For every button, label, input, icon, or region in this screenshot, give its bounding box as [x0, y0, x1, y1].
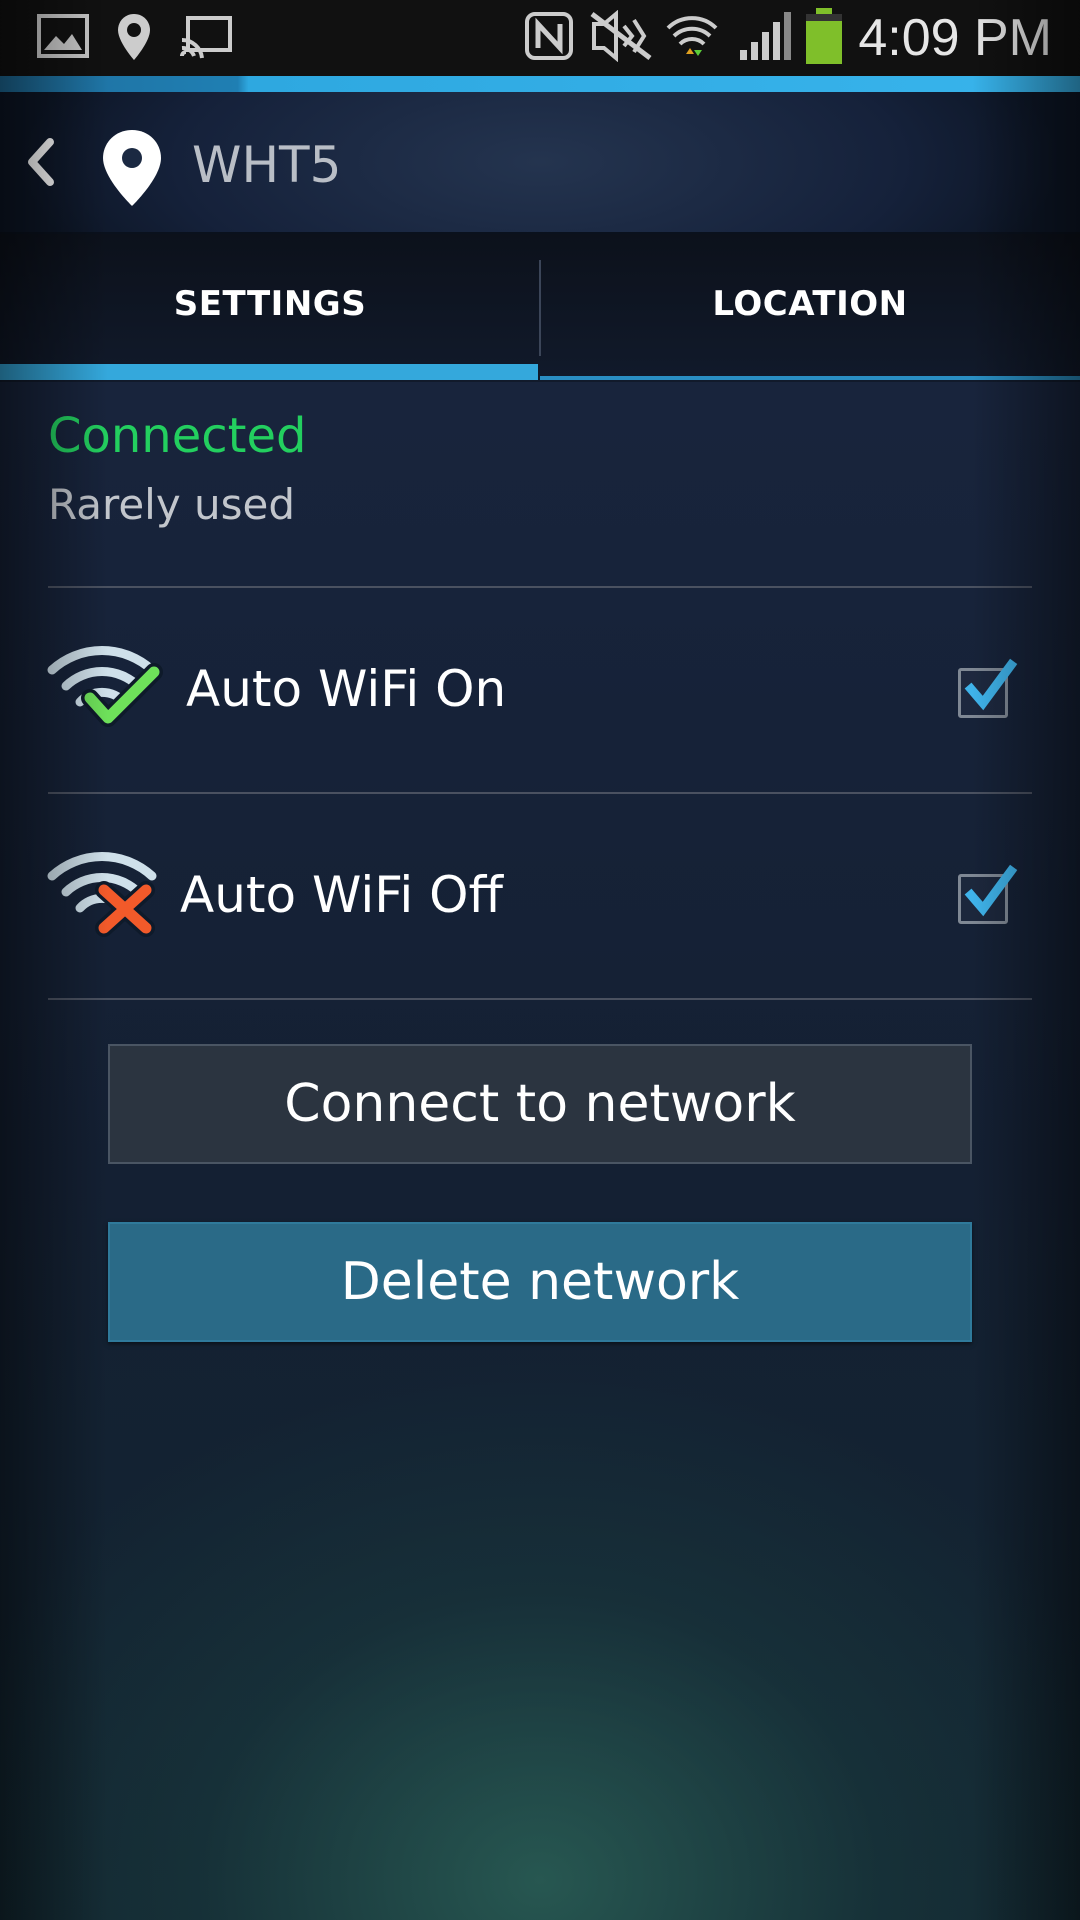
- wifi-x-icon: [46, 850, 164, 944]
- back-chevron-icon[interactable]: [22, 134, 58, 194]
- tab-underline: [540, 376, 1080, 380]
- tab-selected-indicator: [0, 364, 538, 380]
- app-screen: 4:09 PM WHT5 SETTINGS LOCATION Connected…: [0, 0, 1080, 1920]
- connect-network-button[interactable]: Connect to network: [108, 1044, 972, 1164]
- auto-wifi-on-label: Auto WiFi On: [186, 660, 507, 718]
- battery-icon: [804, 8, 844, 70]
- wifi-check-icon: [46, 644, 164, 738]
- auto-wifi-off-checkbox[interactable]: [958, 864, 1018, 924]
- cell-signal-icon: [736, 10, 792, 68]
- auto-wifi-on-checkbox[interactable]: [958, 658, 1018, 718]
- tab-settings-label: SETTINGS: [173, 284, 367, 324]
- tab-location[interactable]: LOCATION: [540, 234, 1080, 382]
- auto-wifi-off-label: Auto WiFi Off: [180, 866, 503, 924]
- divider: [48, 998, 1032, 1000]
- gallery-icon: [36, 10, 92, 66]
- delete-network-button[interactable]: Delete network: [108, 1222, 972, 1342]
- nfc-icon: [524, 10, 574, 66]
- divider: [48, 792, 1032, 794]
- usage-frequency: Rarely used: [48, 480, 296, 529]
- status-time: 4:09 PM: [858, 9, 1052, 67]
- tab-settings[interactable]: SETTINGS: [0, 234, 540, 382]
- location-icon: [114, 10, 154, 70]
- status-accent-bar: [0, 76, 1080, 92]
- status-bar: 4:09 PM: [0, 0, 1080, 76]
- mute-icon: [588, 9, 654, 66]
- divider: [48, 586, 1032, 588]
- network-title: WHT5: [192, 136, 342, 194]
- tab-bar: SETTINGS LOCATION: [0, 234, 1080, 382]
- tab-location-label: LOCATION: [712, 284, 908, 324]
- location-pin-icon: [100, 128, 164, 212]
- auto-wifi-on-row[interactable]: Auto WiFi On: [0, 590, 1080, 790]
- connection-status: Connected: [48, 408, 307, 464]
- auto-wifi-off-row[interactable]: Auto WiFi Off: [0, 796, 1080, 996]
- wifi-icon: [664, 10, 720, 70]
- action-bar: WHT5: [0, 92, 1080, 234]
- cast-icon: [180, 10, 236, 66]
